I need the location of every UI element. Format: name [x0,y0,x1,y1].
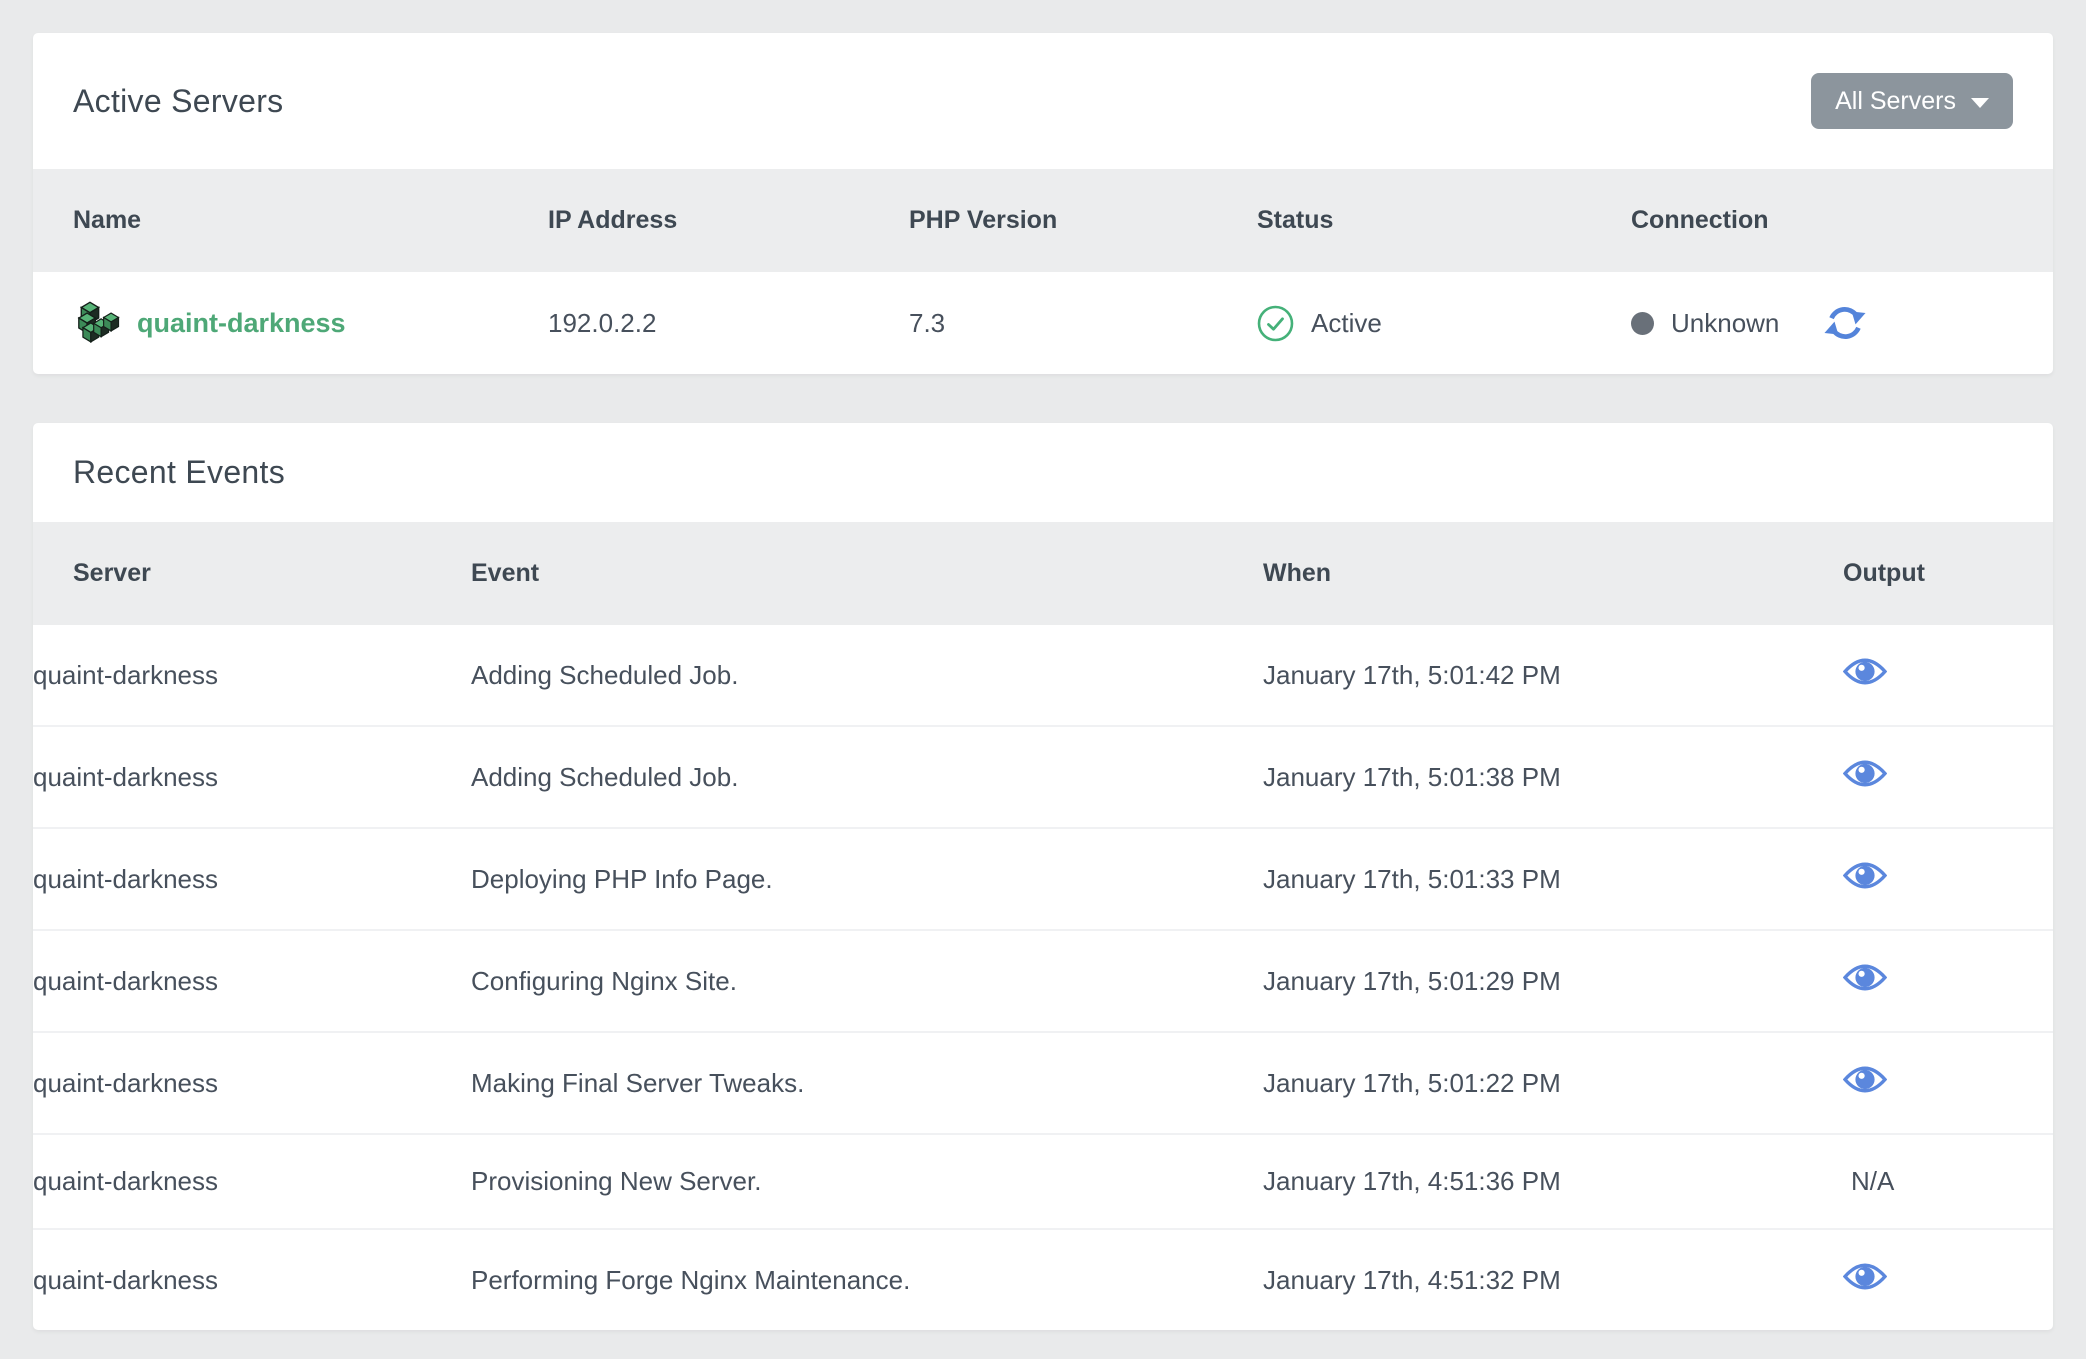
event-timestamp: January 17th, 4:51:36 PM [1263,1134,1843,1229]
eye-icon [1843,1064,1887,1095]
event-description: Configuring Nginx Site. [471,930,1263,1032]
event-table-row: quaint-darkness Adding Scheduled Job. Ja… [33,625,2053,726]
view-output-button[interactable] [1843,1261,1887,1292]
all-servers-dropdown-button[interactable]: All Servers [1811,73,2013,129]
event-server-name: quaint-darkness [33,1032,471,1134]
event-output-cell [1843,828,2053,930]
event-server-name: quaint-darkness [33,828,471,930]
event-output-cell [1843,1229,2053,1330]
event-server-name: quaint-darkness [33,930,471,1032]
event-output-cell [1843,726,2053,828]
server-connection-label: Unknown [1671,308,1779,339]
eye-icon [1843,962,1887,993]
event-timestamp: January 17th, 4:51:32 PM [1263,1229,1843,1330]
view-output-button[interactable] [1843,860,1887,891]
event-output-cell [1843,930,2053,1032]
event-table-row: quaint-darkness Performing Forge Nginx M… [33,1229,2053,1330]
event-description: Provisioning New Server. [471,1134,1263,1229]
column-header-name: Name [33,169,548,272]
view-output-button[interactable] [1843,1064,1887,1095]
event-description: Adding Scheduled Job. [471,625,1263,726]
event-server-name: quaint-darkness [33,1229,471,1330]
event-output-cell: N/A [1843,1134,2053,1229]
server-ip-address: 192.0.2.2 [548,272,909,374]
view-output-button[interactable] [1843,758,1887,789]
event-table-row: quaint-darkness Deploying PHP Info Page.… [33,828,2053,930]
recent-events-card: Recent Events Server Event When Output q… [33,423,2053,1330]
recent-events-table-head-row: Server Event When Output [33,522,2053,625]
event-description: Making Final Server Tweaks. [471,1032,1263,1134]
refresh-connection-button[interactable] [1824,302,1866,344]
events-table-body: quaint-darkness Adding Scheduled Job. Ja… [33,625,2053,1330]
connection-status-dot-icon [1631,312,1654,335]
column-header-when: When [1263,522,1843,625]
event-timestamp: January 17th, 5:01:22 PM [1263,1032,1843,1134]
event-server-name: quaint-darkness [33,1134,471,1229]
column-header-status: Status [1257,169,1631,272]
event-output-cell [1843,1032,2053,1134]
eye-icon [1843,656,1887,687]
server-provider-cubes-icon [73,300,121,346]
view-output-button[interactable] [1843,962,1887,993]
event-description: Adding Scheduled Job. [471,726,1263,828]
column-header-event: Event [471,522,1263,625]
eye-icon [1843,758,1887,789]
eye-icon [1843,860,1887,891]
all-servers-dropdown-label: All Servers [1835,87,1956,116]
refresh-icon [1824,302,1866,344]
server-name-link[interactable]: quaint-darkness [137,308,346,339]
recent-events-table: Server Event When Output quaint-darkness… [33,522,2053,1330]
active-servers-table-head-row: Name IP Address PHP Version Status Conne… [33,169,2053,272]
event-timestamp: January 17th, 5:01:42 PM [1263,625,1843,726]
page-title: Active Servers [73,83,283,120]
event-server-name: quaint-darkness [33,625,471,726]
event-description: Deploying PHP Info Page. [471,828,1263,930]
event-timestamp: January 17th, 5:01:29 PM [1263,930,1843,1032]
check-circle-icon [1257,305,1294,342]
event-table-row: quaint-darkness Provisioning New Server.… [33,1134,2053,1229]
event-timestamp: January 17th, 5:01:38 PM [1263,726,1843,828]
server-row: quaint-darkness 192.0.2.2 7.3 Active [33,272,2053,374]
recent-events-header: Recent Events [33,423,2053,522]
event-table-row: quaint-darkness Configuring Nginx Site. … [33,930,2053,1032]
server-php-version: 7.3 [909,272,1257,374]
column-header-php-version: PHP Version [909,169,1257,272]
event-output-cell [1843,625,2053,726]
active-servers-card: Active Servers All Servers Name IP Addre… [33,33,2053,374]
eye-icon [1843,1261,1887,1292]
output-na-label: N/A [1843,1166,1894,1196]
event-server-name: quaint-darkness [33,726,471,828]
column-header-server: Server [33,522,471,625]
server-status-label: Active [1311,308,1382,339]
event-timestamp: January 17th, 5:01:33 PM [1263,828,1843,930]
column-header-connection: Connection [1631,169,2053,272]
caret-down-icon [1971,98,1989,108]
event-table-row: quaint-darkness Adding Scheduled Job. Ja… [33,726,2053,828]
column-header-output: Output [1843,522,2053,625]
active-servers-table: Name IP Address PHP Version Status Conne… [33,169,2053,374]
recent-events-title: Recent Events [73,454,285,491]
event-description: Performing Forge Nginx Maintenance. [471,1229,1263,1330]
event-table-row: quaint-darkness Making Final Server Twea… [33,1032,2053,1134]
view-output-button[interactable] [1843,656,1887,687]
column-header-ip-address: IP Address [548,169,909,272]
active-servers-header: Active Servers All Servers [33,33,2053,169]
